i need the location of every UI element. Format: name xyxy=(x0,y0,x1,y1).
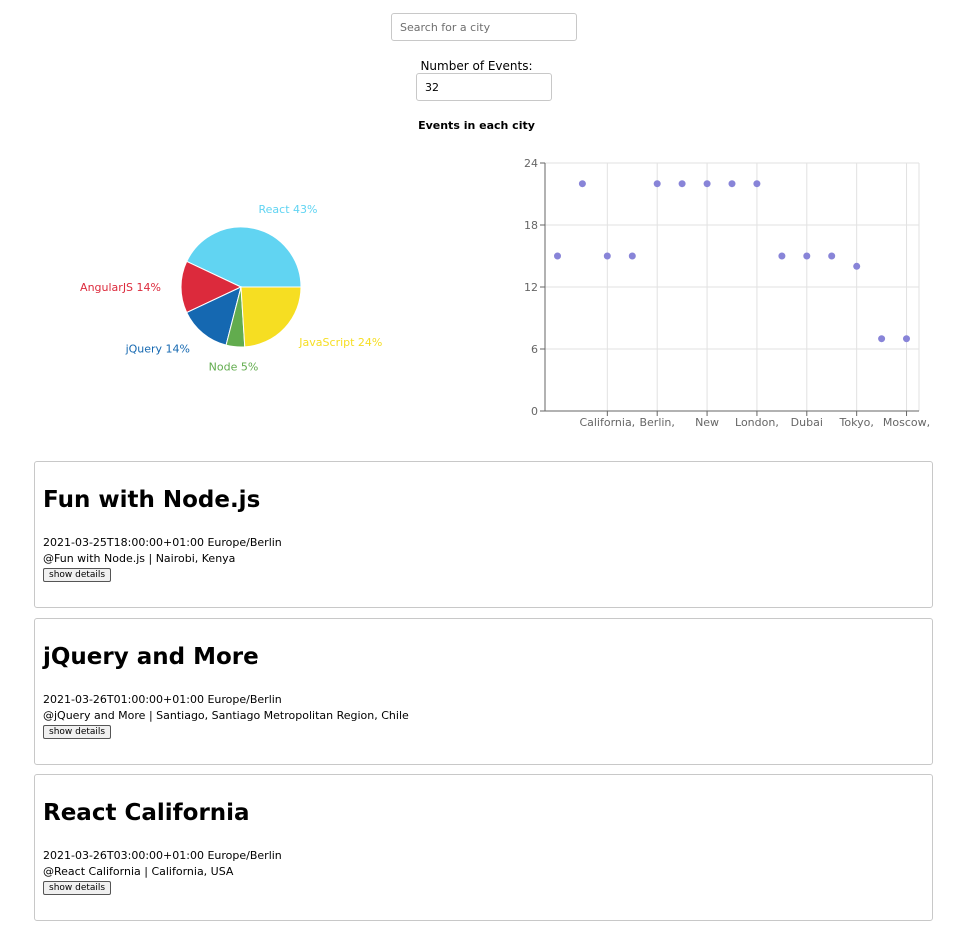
pie-slice-label: jQuery 14% xyxy=(125,343,190,356)
scatter-point xyxy=(554,252,561,260)
y-tick-label: 24 xyxy=(524,157,538,170)
y-tick-label: 18 xyxy=(524,219,538,232)
event-location: @jQuery and More | Santiago, Santiago Me… xyxy=(43,709,409,722)
event-time: 2021-03-26T01:00:00+01:00 Europe/Berlin xyxy=(43,693,282,706)
event-location: @Fun with Node.js | Nairobi, Kenya xyxy=(43,552,236,565)
scatter-chart: 0 6 12 18 24 California, Berlin, New London, Duba… xyxy=(524,157,930,429)
show-details-button[interactable]: show details xyxy=(43,568,112,582)
scatter-point xyxy=(728,180,736,188)
event-title: Fun with Node.js xyxy=(43,487,261,513)
x-tick-label: London, xyxy=(735,416,779,429)
scatter-point xyxy=(703,180,711,188)
scatter-point xyxy=(828,252,836,260)
y-tick-label: 12 xyxy=(524,281,538,294)
scatter-point xyxy=(753,180,761,188)
y-tick-label: 0 xyxy=(531,405,538,418)
scatter-point xyxy=(778,252,786,260)
show-details-button[interactable]: show details xyxy=(43,725,112,739)
x-tick-label: California, xyxy=(579,416,635,429)
scatter-point xyxy=(853,262,861,270)
scatter-point xyxy=(903,335,910,343)
event-time: 2021-03-26T03:00:00+01:00 Europe/Berlin xyxy=(43,849,282,862)
event-title: React California xyxy=(43,800,250,826)
scatter-point xyxy=(678,180,686,188)
pie-slice-label: Node 5% xyxy=(209,361,259,374)
x-tick-label: Dubai xyxy=(791,416,823,429)
event-card: React California 2021-03-26T03:00:00+01:… xyxy=(34,774,933,921)
event-location: @React California | California, USA xyxy=(43,865,234,878)
event-card: jQuery and More 2021-03-26T01:00:00+01:0… xyxy=(34,618,933,765)
pie-slice-label: JavaScript 24% xyxy=(298,336,382,349)
x-tick-label: Berlin, xyxy=(639,416,674,429)
event-title: jQuery and More xyxy=(43,644,259,670)
page: Number of Events: Events in each city Re… xyxy=(0,0,953,930)
scatter-point xyxy=(803,252,811,260)
scatter-point xyxy=(603,252,611,260)
scatter-point xyxy=(878,335,886,343)
y-tick-label: 6 xyxy=(531,343,538,356)
scatter-point xyxy=(628,252,636,260)
charts-area: React 43% AngularJS 14% jQuery 14% Node 5% J… xyxy=(80,157,930,429)
x-tick-label: Moscow, xyxy=(883,416,930,429)
event-card: Fun with Node.js 2021-03-25T18:00:00+01:… xyxy=(34,461,933,608)
scatter-point xyxy=(653,180,661,188)
x-tick-label: New xyxy=(695,416,719,429)
x-tick-label: Tokyo, xyxy=(839,416,874,429)
pie-slice-label: AngularJS 14% xyxy=(80,281,161,294)
scatter-point xyxy=(578,180,586,188)
pie-slice xyxy=(240,286,302,348)
pie-chart: React 43% AngularJS 14% jQuery 14% Node 5% J… xyxy=(80,203,382,374)
show-details-button[interactable]: show details xyxy=(43,881,112,895)
event-time: 2021-03-25T18:00:00+01:00 Europe/Berlin xyxy=(43,536,282,549)
pie-slice-label: React 43% xyxy=(259,203,318,216)
